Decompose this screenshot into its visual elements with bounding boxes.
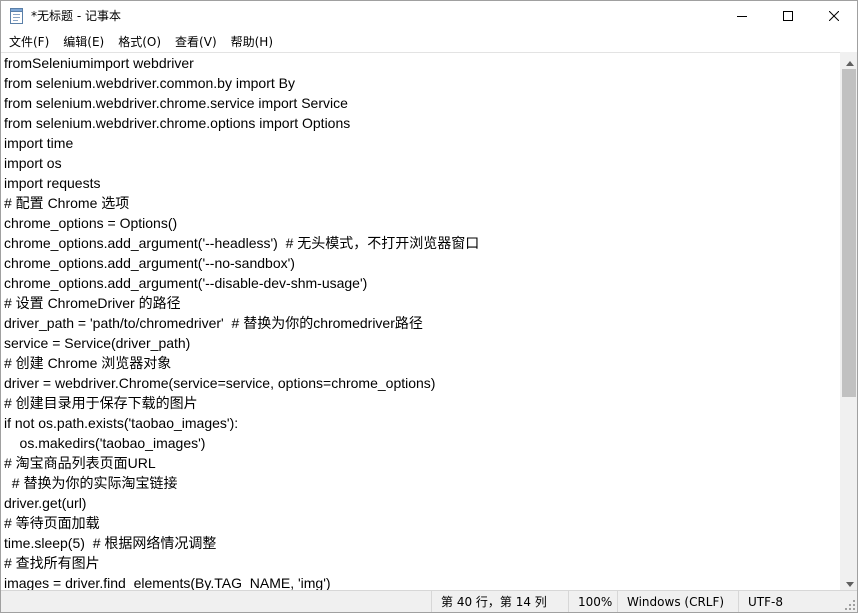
- notepad-icon[interactable]: [10, 8, 24, 24]
- maximize-button[interactable]: [765, 1, 811, 31]
- menu-edit[interactable]: 编辑(E): [56, 32, 111, 52]
- menu-view[interactable]: 查看(V): [168, 32, 224, 52]
- close-button[interactable]: [811, 1, 857, 31]
- text-line[interactable]: # 替换为你的实际淘宝链接: [1, 473, 840, 493]
- text-content[interactable]: fromSeleniumimport webdriver from seleniu…: [1, 53, 840, 590]
- window-title: *无标题 - 记事本: [31, 9, 121, 23]
- scroll-down-button[interactable]: [841, 573, 858, 590]
- text-line[interactable]: chrome_options = Options(): [1, 213, 840, 233]
- scrollbar-thumb[interactable]: [842, 69, 856, 397]
- title-bar[interactable]: *无标题 - 记事本: [1, 1, 857, 31]
- text-line[interactable]: driver_path = 'path/to/chromedriver' # 替…: [1, 313, 840, 333]
- chevron-up-icon: [845, 51, 854, 70]
- text-line[interactable]: images = driver.find_elements(By.TAG_NAM…: [1, 573, 840, 590]
- text-line[interactable]: os.makedirs('taobao_images'): [1, 433, 840, 453]
- text-line[interactable]: chrome_options.add_argument('--headless'…: [1, 233, 840, 253]
- close-icon: [829, 11, 839, 21]
- vertical-scrollbar[interactable]: [840, 52, 857, 590]
- text-line[interactable]: # 设置 ChromeDriver 的路径: [1, 293, 840, 313]
- status-cursor-position: 第 40 行，第 14 列: [431, 591, 568, 612]
- maximize-icon: [783, 11, 793, 21]
- text-line[interactable]: chrome_options.add_argument('--disable-d…: [1, 273, 840, 293]
- text-line[interactable]: driver.get(url): [1, 493, 840, 513]
- minimize-icon: [737, 11, 747, 21]
- text-line[interactable]: # 淘宝商品列表页面URL: [1, 453, 840, 473]
- text-line[interactable]: service = Service(driver_path): [1, 333, 840, 353]
- status-zoom: 100%: [568, 591, 617, 612]
- text-editor-area[interactable]: fromSeleniumimport webdriver from seleniu…: [1, 52, 840, 590]
- minimize-button[interactable]: [719, 1, 765, 31]
- text-line[interactable]: from selenium.webdriver.chrome.options i…: [1, 113, 840, 133]
- text-line[interactable]: import requests: [1, 173, 840, 193]
- text-line[interactable]: # 等待页面加载: [1, 513, 840, 533]
- text-line[interactable]: import os: [1, 153, 840, 173]
- status-encoding: UTF-8: [738, 591, 857, 612]
- resize-grip-icon[interactable]: [844, 599, 856, 611]
- text-line[interactable]: chrome_options.add_argument('--no-sandbo…: [1, 253, 840, 273]
- scroll-up-button[interactable]: [841, 52, 858, 69]
- text-line[interactable]: from selenium.webdriver.common.by import…: [1, 73, 840, 93]
- text-line[interactable]: if not os.path.exists('taobao_images'):: [1, 413, 840, 433]
- chevron-down-icon: [845, 572, 854, 591]
- text-line[interactable]: # 创建目录用于保存下载的图片: [1, 393, 840, 413]
- text-line[interactable]: driver = webdriver.Chrome(service=servic…: [1, 373, 840, 393]
- text-line[interactable]: # 创建 Chrome 浏览器对象: [1, 353, 840, 373]
- menu-help[interactable]: 帮助(H): [224, 32, 280, 52]
- notepad-window: *无标题 - 记事本 文件(F) 编辑(E) 格式(O) 查看(V) 帮助(H): [0, 0, 858, 613]
- text-line[interactable]: # 配置 Chrome 选项: [1, 193, 840, 213]
- status-line-ending: Windows (CRLF): [617, 591, 738, 612]
- text-line[interactable]: # 查找所有图片: [1, 553, 840, 573]
- menu-file[interactable]: 文件(F): [2, 32, 56, 52]
- menu-bar: 文件(F) 编辑(E) 格式(O) 查看(V) 帮助(H): [1, 31, 857, 52]
- text-line[interactable]: from selenium.webdriver.chrome.service i…: [1, 93, 840, 113]
- text-line[interactable]: import time: [1, 133, 840, 153]
- text-line[interactable]: fromSeleniumimport webdriver: [1, 53, 840, 73]
- text-line[interactable]: time.sleep(5) # 根据网络情况调整: [1, 533, 840, 553]
- menu-format[interactable]: 格式(O): [111, 32, 168, 52]
- status-bar: 第 40 行，第 14 列 100% Windows (CRLF) UTF-8: [1, 590, 857, 612]
